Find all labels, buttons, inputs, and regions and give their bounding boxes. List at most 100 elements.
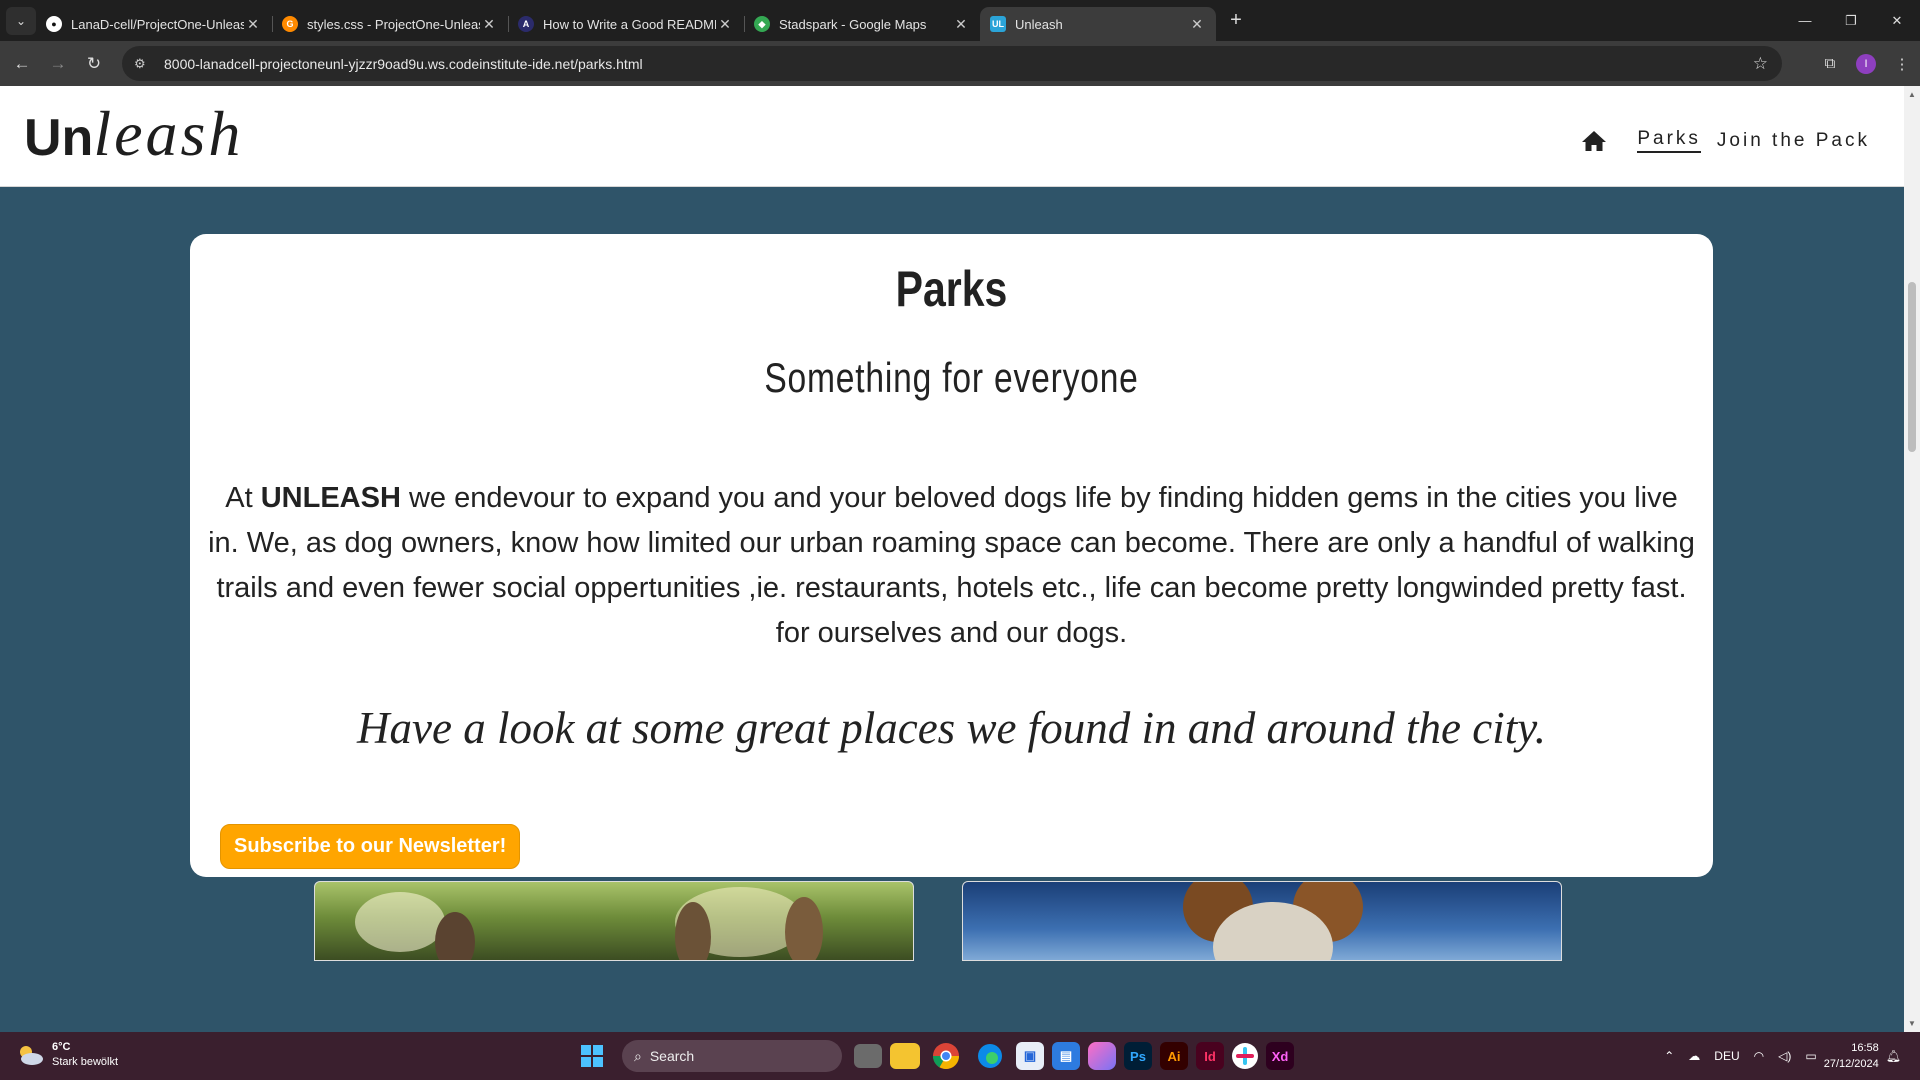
calendar-app-icon[interactable]: ▤ xyxy=(1052,1042,1080,1070)
scroll-up-icon[interactable]: ▲ xyxy=(1904,90,1920,99)
volume-icon[interactable]: ◁) xyxy=(1778,1049,1791,1063)
forward-arrow-icon[interactable]: → xyxy=(40,54,76,74)
notification-bell-icon[interactable]: 🔔︎ xyxy=(1886,1049,1901,1063)
tab-title: LanaD-cell/ProjectOne-Unleash xyxy=(71,16,244,32)
home-icon[interactable] xyxy=(1581,130,1607,152)
task-view-icon[interactable] xyxy=(854,1044,882,1068)
temperature: 6°C xyxy=(52,1041,71,1053)
file-explorer-icon[interactable] xyxy=(890,1043,920,1069)
site-info-icon[interactable]: ⚙ xyxy=(134,56,154,72)
restore-icon[interactable]: ❐ xyxy=(1828,0,1874,41)
site-header: Unleash Parks Join the Pack xyxy=(0,86,1904,187)
edge-icon[interactable] xyxy=(972,1038,1008,1074)
browser-toolbar: ← → ↻ ⚙ 8000-lanadcell-projectoneunl-yjz… xyxy=(0,41,1920,86)
intro-text: we endevour to expand you and your belov… xyxy=(208,482,1695,649)
tab-google-maps[interactable]: ◆ Stadspark - Google Maps ✕ xyxy=(744,7,980,41)
weather-text: 6°C Stark bewölkt xyxy=(52,1040,118,1070)
url-text: 8000-lanadcell-projectoneunl-yjzzr9oad9u… xyxy=(164,55,643,72)
main-nav: Parks Join the Pack xyxy=(1581,128,1870,153)
page-title: Parks xyxy=(895,261,1008,317)
browser-tab-bar: ⌄ ● LanaD-cell/ProjectOne-Unleash ✕ G st… xyxy=(0,0,1920,41)
parks-intro-card: Parks Something for everyone At UNLEASH … xyxy=(190,234,1713,877)
logo-bold: Un xyxy=(24,109,94,167)
language-indicator[interactable]: DEU xyxy=(1714,1049,1739,1063)
address-bar[interactable]: ⚙ 8000-lanadcell-projectoneunl-yjzzr9oad… xyxy=(122,46,1782,81)
minimize-icon[interactable]: — xyxy=(1782,0,1828,41)
tab-title: Stadspark - Google Maps xyxy=(779,16,927,32)
page-scrollbar[interactable]: ▲ ▼ xyxy=(1904,86,1920,1032)
nav-parks-link[interactable]: Parks xyxy=(1637,128,1701,153)
bookmark-star-icon[interactable]: ☆ xyxy=(1753,54,1768,74)
back-arrow-icon[interactable]: ← xyxy=(4,54,40,74)
clock-date: 27/12/2024 xyxy=(1823,1058,1879,1070)
photo-figure xyxy=(785,897,823,960)
search-placeholder: Search xyxy=(649,1048,695,1064)
menu-kebab-icon[interactable]: ⋮ xyxy=(1884,55,1920,73)
taskbar-search[interactable]: ⌕ Search xyxy=(622,1040,842,1072)
clock-time: 16:58 xyxy=(1851,1042,1879,1054)
page-subtitle: Something for everyone xyxy=(764,354,1139,401)
weather-widget[interactable]: 6°C Stark bewölkt xyxy=(16,1040,118,1070)
close-tab-icon[interactable]: ✕ xyxy=(716,16,734,33)
tab-unleash[interactable]: UL Unleash ✕ xyxy=(980,7,1216,41)
close-tab-icon[interactable]: ✕ xyxy=(1188,16,1206,33)
taskbar-clock[interactable]: 16:58 27/12/2024 xyxy=(1824,1040,1879,1072)
tab-styles-css[interactable]: G styles.css - ProjectOne-Unleash ✕ xyxy=(272,7,509,41)
new-tab-button[interactable]: + xyxy=(1220,9,1252,32)
close-tab-icon[interactable]: ✕ xyxy=(244,16,262,33)
close-tab-icon[interactable]: ✕ xyxy=(480,16,498,33)
unleash-ul-icon: UL xyxy=(990,16,1006,32)
scroll-down-icon[interactable]: ▼ xyxy=(1904,1019,1920,1028)
page-viewport: Unleash Parks Join the Pack Parks Someth… xyxy=(0,86,1904,1032)
photo-figure xyxy=(435,912,475,960)
store-icon[interactable]: ▣ xyxy=(1016,1042,1044,1070)
weather-description: Stark bewölkt xyxy=(52,1056,119,1068)
adobe-xd-icon[interactable]: Xd xyxy=(1266,1042,1294,1070)
reload-icon[interactable]: ↻ xyxy=(76,54,112,74)
intro-paragraph: At UNLEASH we endevour to expand you and… xyxy=(207,476,1697,656)
taskbar-apps: ⌕ Search ▣ ▤ Ps Ai Id Xd xyxy=(570,1038,1298,1074)
intro-prefix: At xyxy=(225,482,261,514)
close-tab-icon[interactable]: ✕ xyxy=(952,16,970,33)
tab-github[interactable]: ● LanaD-cell/ProjectOne-Unleash ✕ xyxy=(36,7,273,41)
site-logo[interactable]: Unleash xyxy=(24,96,243,171)
tab-search-button[interactable]: ⌄ xyxy=(6,6,36,35)
extensions-icon[interactable]: ⧉ xyxy=(1812,55,1848,72)
onedrive-cloud-icon[interactable]: ☁ xyxy=(1688,1049,1700,1063)
indesign-icon[interactable]: Id xyxy=(1196,1042,1224,1070)
tab-title: How to Write a Good README xyxy=(543,16,716,32)
chevron-up-icon[interactable]: ⌃ xyxy=(1664,1049,1674,1063)
github-icon: ● xyxy=(46,16,62,32)
subscribe-newsletter-button[interactable]: Subscribe to our Newsletter! xyxy=(220,824,521,869)
park-photo-people[interactable] xyxy=(314,881,914,961)
tab-title: Unleash xyxy=(1015,16,1063,32)
tagline: Have a look at some great places we foun… xyxy=(357,703,1546,753)
wifi-icon[interactable]: ◠ xyxy=(1754,1049,1764,1063)
search-icon: ⌕ xyxy=(634,1047,642,1064)
photo-highlight xyxy=(355,892,445,952)
cloudy-weather-icon xyxy=(20,1046,43,1065)
readme-icon: A xyxy=(518,16,534,32)
scroll-thumb[interactable] xyxy=(1908,282,1916,452)
gitpod-icon: G xyxy=(282,16,298,32)
system-tray: ⌃ ☁ DEU ◠ ◁) ▭ 16:58 27/12/2024 🔔︎ xyxy=(1657,1032,1908,1080)
battery-icon[interactable]: ▭ xyxy=(1805,1049,1816,1063)
photoshop-icon[interactable]: Ps xyxy=(1124,1042,1152,1070)
profile-avatar[interactable]: I xyxy=(1856,53,1876,74)
slack-icon[interactable] xyxy=(1232,1043,1258,1069)
copilot-icon[interactable] xyxy=(1088,1042,1116,1070)
toolbar-right: ⧉ I ⋮ xyxy=(1812,41,1920,86)
tab-title: styles.css - ProjectOne-Unleash xyxy=(307,16,480,32)
intro-brand: UNLEASH xyxy=(260,482,401,514)
chrome-icon[interactable] xyxy=(928,1038,964,1074)
windows-taskbar: 6°C Stark bewölkt ⌕ Search ▣ ▤ Ps Ai Id … xyxy=(0,1032,1920,1080)
window-controls: — ❐ ✕ xyxy=(1782,0,1920,41)
logo-italic: leash xyxy=(93,98,244,169)
windows-start-icon[interactable] xyxy=(574,1038,610,1074)
illustrator-icon[interactable]: Ai xyxy=(1160,1042,1188,1070)
park-photo-dog[interactable] xyxy=(962,881,1562,961)
tab-readme[interactable]: A How to Write a Good README ✕ xyxy=(508,7,745,41)
maps-pin-icon: ◆ xyxy=(754,16,770,32)
nav-join-link[interactable]: Join the Pack xyxy=(1717,130,1870,152)
close-window-icon[interactable]: ✕ xyxy=(1874,0,1920,41)
